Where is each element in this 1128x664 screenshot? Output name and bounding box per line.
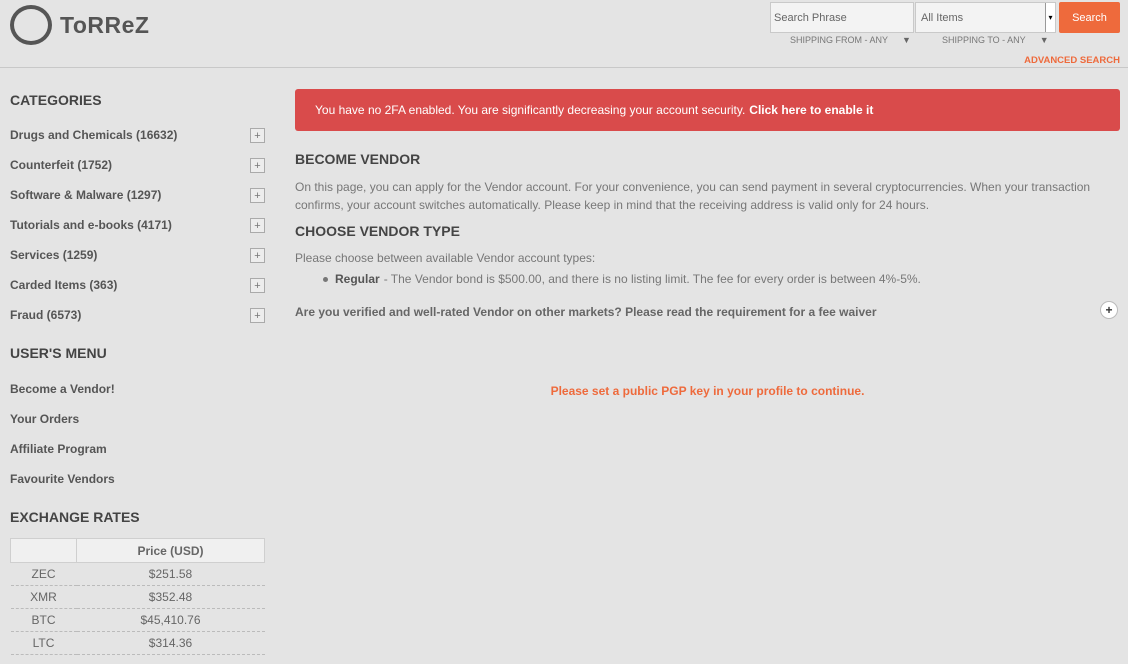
plus-icon[interactable]: + bbox=[250, 308, 265, 323]
2fa-alert: You have no 2FA enabled. You are signifi… bbox=[295, 89, 1120, 131]
category-item[interactable]: Tutorials and e-books (4171) + bbox=[10, 218, 265, 248]
pgp-key-message[interactable]: Please set a public PGP key in your prof… bbox=[295, 384, 1120, 398]
vendor-type-name: Regular bbox=[335, 272, 380, 286]
shipping-from-select[interactable]: SHIPPING FROM - ANY ▼ bbox=[790, 35, 911, 45]
plus-icon[interactable]: + bbox=[250, 218, 265, 233]
search-placeholder: Search Phrase bbox=[774, 11, 847, 24]
plus-icon[interactable]: + bbox=[250, 248, 265, 263]
plus-icon[interactable]: + bbox=[1100, 301, 1118, 319]
category-item[interactable]: Counterfeit (1752) + bbox=[10, 158, 265, 188]
become-vendor-description: On this page, you can apply for the Vend… bbox=[295, 180, 1091, 212]
price-header: Price (USD) bbox=[76, 538, 265, 563]
category-label: Tutorials and e-books (4171) bbox=[10, 218, 172, 232]
sidebar: CATEGORIES Drugs and Chemicals (16632) +… bbox=[10, 92, 265, 655]
category-item[interactable]: Software & Malware (1297) + bbox=[10, 188, 265, 218]
shipping-to-label: SHIPPING TO - ANY bbox=[942, 35, 1026, 45]
vendor-type-regular: Regular - The Vendor bond is $500.00, an… bbox=[323, 272, 1120, 286]
table-row: ZEC $251.58 bbox=[10, 562, 265, 586]
main-content: You have no 2FA enabled. You are signifi… bbox=[295, 89, 1120, 398]
bullet-icon bbox=[323, 276, 328, 282]
plus-icon[interactable]: + bbox=[250, 158, 265, 173]
triangle-down-icon: ▼ bbox=[1039, 35, 1049, 45]
user-menu: Become a Vendor! Your Orders Affiliate P… bbox=[10, 382, 265, 502]
choose-vendor-type-title: CHOOSE VENDOR TYPE bbox=[295, 223, 460, 239]
price-cell: $352.48 bbox=[76, 585, 265, 609]
header: ToRReZ Search Phrase All Items ▾ Search … bbox=[0, 0, 1128, 68]
logo-text: ToRReZ bbox=[60, 11, 150, 38]
price-cell: $314.36 bbox=[76, 631, 265, 655]
fee-waiver-row[interactable]: Are you verified and well-rated Vendor o… bbox=[295, 301, 1120, 319]
triangle-down-icon: ▼ bbox=[902, 35, 911, 45]
menu-affiliate-program[interactable]: Affiliate Program bbox=[10, 442, 265, 472]
menu-become-vendor[interactable]: Become a Vendor! bbox=[10, 382, 265, 412]
category-item[interactable]: Drugs and Chemicals (16632) + bbox=[10, 128, 265, 158]
menu-your-orders[interactable]: Your Orders bbox=[10, 412, 265, 442]
alert-text: You have no 2FA enabled. You are signifi… bbox=[315, 103, 746, 117]
plus-icon[interactable]: + bbox=[250, 188, 265, 203]
price-cell: $251.58 bbox=[76, 562, 265, 586]
category-list: Drugs and Chemicals (16632) + Counterfei… bbox=[10, 128, 265, 338]
table-row: BTC $45,410.76 bbox=[10, 608, 265, 632]
plus-icon[interactable]: + bbox=[250, 278, 265, 293]
coin-cell: BTC bbox=[10, 608, 77, 632]
coin-cell: LTC bbox=[10, 631, 77, 655]
categories-title: CATEGORIES bbox=[10, 92, 102, 108]
category-item[interactable]: Fraud (6573) + bbox=[10, 308, 265, 338]
site-logo[interactable]: ToRReZ bbox=[10, 5, 149, 45]
category-item[interactable]: Carded Items (363) + bbox=[10, 278, 265, 308]
choose-vendor-type-text: Please choose between available Vendor a… bbox=[295, 251, 596, 265]
user-menu-title: USER'S MENU bbox=[10, 345, 107, 361]
table-row: XMR $352.48 bbox=[10, 585, 265, 609]
category-label: Fraud (6573) bbox=[10, 308, 82, 322]
become-vendor-title: BECOME VENDOR bbox=[295, 151, 421, 167]
category-label: Services (1259) bbox=[10, 248, 98, 262]
search-button[interactable]: Search bbox=[1059, 2, 1120, 33]
fee-waiver-text: Are you verified and well-rated Vendor o… bbox=[295, 305, 877, 319]
advanced-search-link[interactable]: ADVANCED SEARCH bbox=[1024, 55, 1120, 66]
category-label: Drugs and Chemicals (16632) bbox=[10, 128, 178, 142]
coin-header bbox=[10, 538, 77, 563]
category-select-value: All Items bbox=[921, 11, 964, 24]
coin-cell: ZEC bbox=[10, 562, 77, 586]
price-cell: $45,410.76 bbox=[76, 608, 265, 632]
plus-icon[interactable]: + bbox=[250, 128, 265, 143]
category-select[interactable]: All Items ▾ bbox=[915, 2, 1056, 33]
category-label: Carded Items (363) bbox=[10, 278, 118, 292]
exchange-rates-title: EXCHANGE RATES bbox=[10, 509, 140, 525]
category-label: Counterfeit (1752) bbox=[10, 158, 113, 172]
vendor-type-description: - The Vendor bond is $500.00, and there … bbox=[383, 272, 921, 286]
shipping-from-label: SHIPPING FROM - ANY bbox=[790, 35, 889, 45]
category-item[interactable]: Services (1259) + bbox=[10, 248, 265, 278]
table-row: LTC $314.36 bbox=[10, 631, 265, 655]
menu-favourite-vendors[interactable]: Favourite Vendors bbox=[10, 472, 265, 502]
triangle-down-icon[interactable]: ▾ bbox=[1045, 3, 1055, 32]
search-input[interactable]: Search Phrase bbox=[770, 2, 914, 33]
shipping-to-select[interactable]: SHIPPING TO - ANY ▼ bbox=[942, 35, 1049, 45]
enable-2fa-link[interactable]: Click here to enable it bbox=[749, 103, 873, 117]
logo-ring-icon bbox=[10, 5, 52, 45]
category-label: Software & Malware (1297) bbox=[10, 188, 162, 202]
coin-cell: XMR bbox=[10, 585, 77, 609]
exchange-rates-table: Price (USD) ZEC $251.58 XMR $352.48 BTC … bbox=[10, 538, 265, 655]
